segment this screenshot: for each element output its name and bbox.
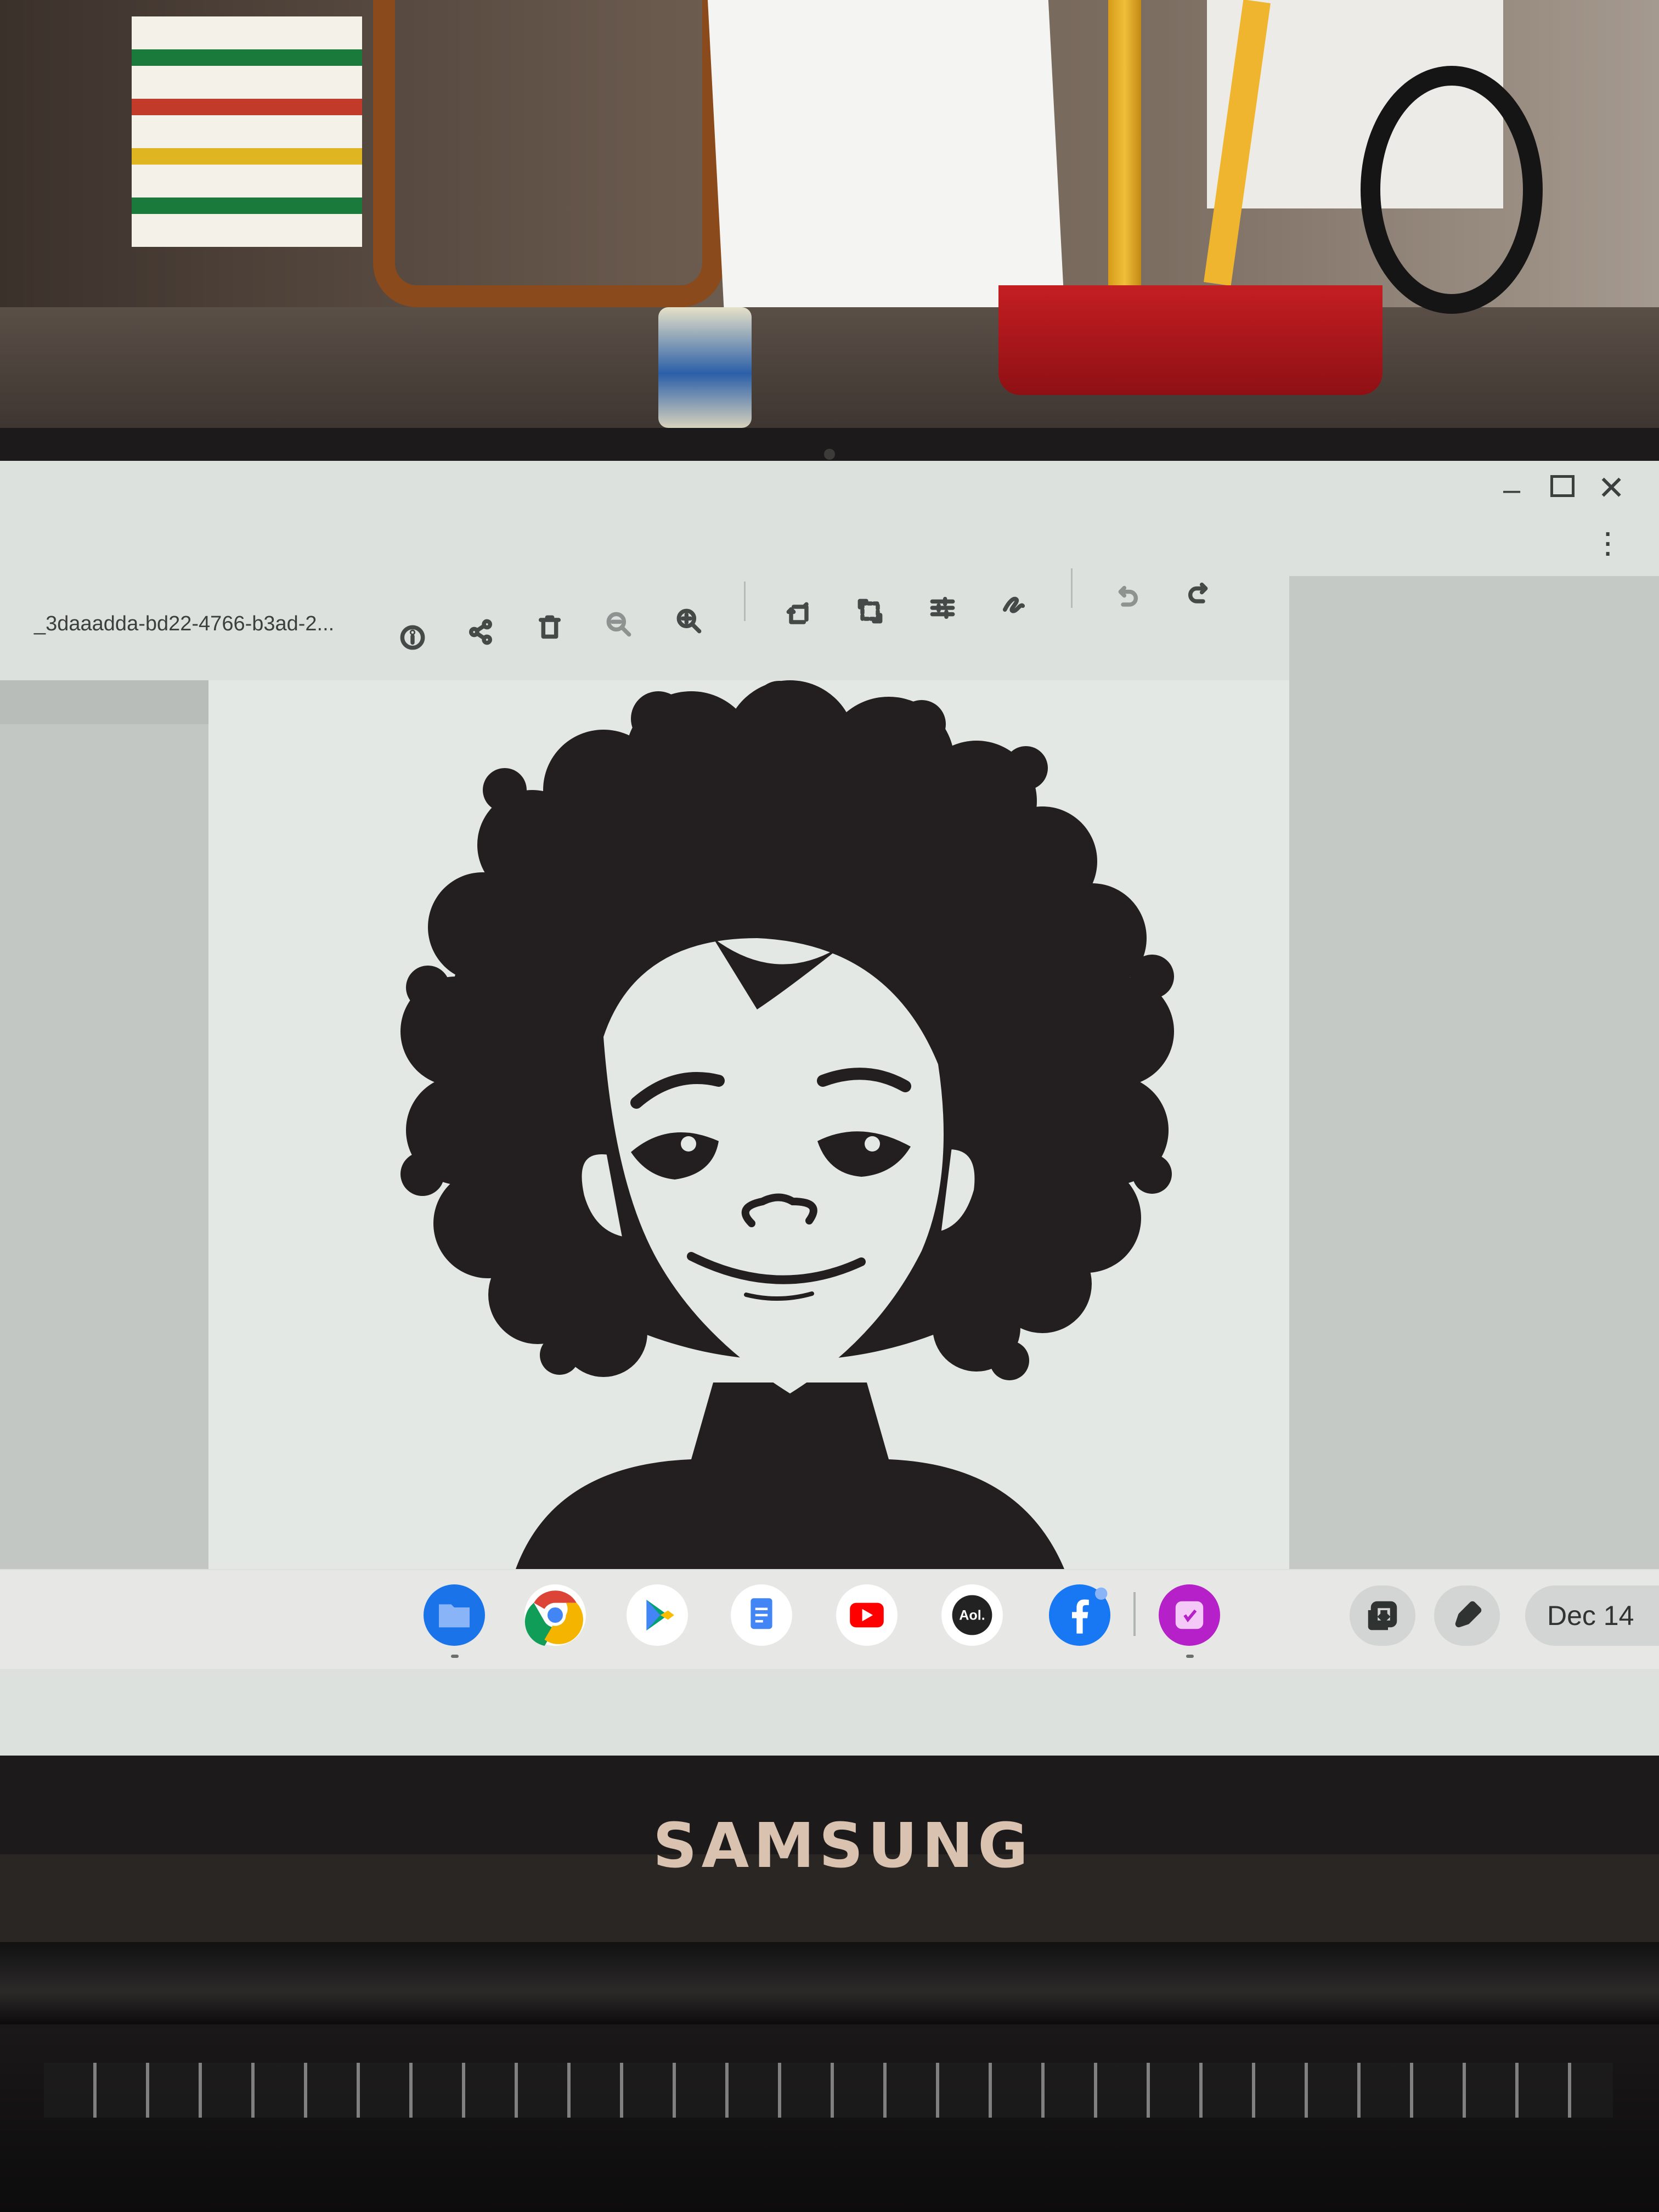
files-app[interactable] [424, 1584, 485, 1646]
zoom-out-icon [606, 612, 631, 637]
docs-icon [731, 1584, 792, 1646]
laptop-screen: – ✕ ··· _3daaadda-bd22-4766-b3ad-2... [0, 461, 1659, 1756]
toolbar-separator [744, 582, 746, 621]
laptop-hinge [0, 1942, 1659, 2024]
running-indicator [451, 1655, 459, 1658]
redo-button[interactable] [1176, 571, 1222, 617]
youtube-icon [836, 1584, 898, 1646]
screenshot-icon [1368, 1601, 1397, 1630]
striped-bag [132, 16, 362, 247]
running-indicator [1186, 1655, 1194, 1658]
play-store-app[interactable] [627, 1584, 688, 1646]
files-icon [424, 1584, 485, 1646]
info-icon [400, 625, 425, 650]
adjust-icon [930, 596, 955, 619]
undo-button[interactable] [1104, 574, 1150, 620]
toolbar-separator-2 [1071, 568, 1073, 608]
shelf-separator [1133, 1592, 1136, 1636]
facebook-app[interactable] [1049, 1584, 1110, 1646]
left-panel [0, 724, 208, 1569]
girl-afro-illustration [400, 680, 1174, 1569]
jar [658, 307, 752, 428]
docs-app[interactable] [731, 1584, 792, 1646]
zoom-out-button[interactable] [596, 601, 642, 647]
delete-icon [538, 615, 561, 639]
scissors [1361, 66, 1543, 314]
minimize-button[interactable]: – [1503, 474, 1520, 505]
youtube-app[interactable] [836, 1584, 898, 1646]
date-display[interactable]: Dec 14 [1525, 1585, 1659, 1646]
zoom-in-button[interactable] [666, 598, 712, 644]
play-store-icon [627, 1584, 688, 1646]
more-options-button[interactable]: · · · [1602, 514, 1613, 569]
undo-icon [1118, 585, 1138, 607]
image-viewer [0, 576, 1659, 1569]
delete-button[interactable] [527, 605, 573, 651]
facebook-icon [1049, 1584, 1110, 1646]
brand-logo: SAMSUNG [653, 1810, 1033, 1882]
pencil [1108, 0, 1141, 307]
crop-button[interactable] [847, 588, 893, 634]
close-button[interactable]: ✕ [1598, 472, 1625, 505]
aol-icon: Aol. [941, 1584, 1003, 1646]
info-button[interactable] [390, 614, 436, 661]
pen-cup [998, 285, 1383, 395]
zoom-in-icon [676, 608, 702, 634]
right-panel [1289, 576, 1659, 1569]
chrome-app[interactable] [524, 1584, 586, 1646]
stylus-icon [1455, 1601, 1482, 1628]
background-room [0, 0, 1659, 494]
share-icon [469, 619, 493, 645]
draw-icon [1002, 596, 1025, 613]
laptop-base [0, 2024, 1659, 2212]
screenshot-button[interactable] [1350, 1585, 1415, 1646]
rotate-icon [786, 602, 809, 624]
svg-text:Aol.: Aol. [959, 1607, 985, 1623]
file-name: _3daaadda-bd22-4766-b3ad-2... [34, 612, 335, 635]
draw-button[interactable] [991, 582, 1037, 628]
rotate-button[interactable] [776, 591, 822, 637]
gallery-app[interactable] [1159, 1584, 1220, 1646]
redo-icon [1188, 582, 1208, 603]
aol-app[interactable]: Aol. [941, 1584, 1003, 1646]
share-button[interactable] [458, 609, 504, 655]
gallery-icon [1159, 1584, 1220, 1646]
stylus-button[interactable] [1434, 1585, 1500, 1646]
webcam [824, 449, 835, 460]
adjust-button[interactable] [919, 585, 966, 631]
keyboard-edge [44, 2063, 1613, 2118]
wooden-chair [373, 0, 724, 307]
maximize-button[interactable] [1550, 475, 1575, 497]
crop-icon [857, 599, 883, 624]
chrome-icon [524, 1584, 586, 1646]
